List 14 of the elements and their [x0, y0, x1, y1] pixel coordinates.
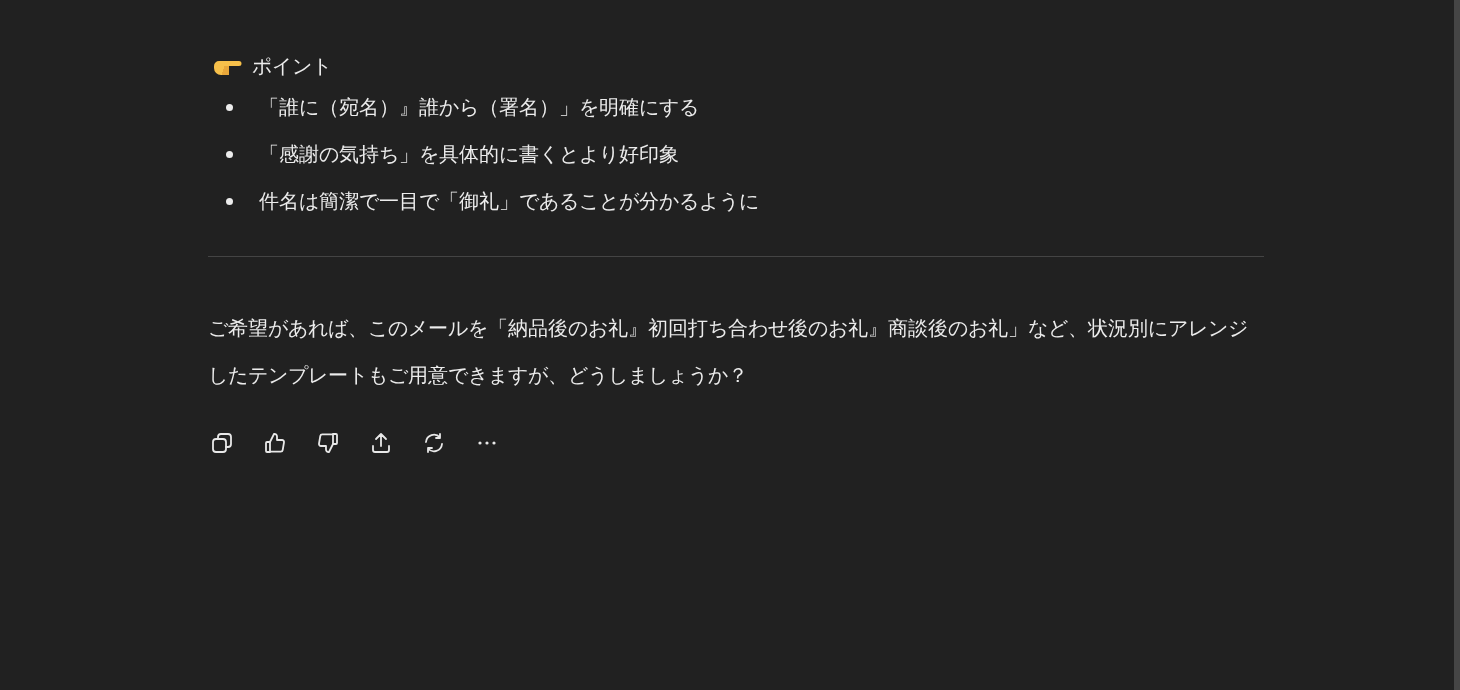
refresh-icon[interactable]	[422, 431, 446, 455]
thumbs-up-icon[interactable]	[263, 431, 287, 455]
scrollbar[interactable]	[1454, 0, 1460, 690]
point-text: 「誰に（宛名）』誰から（署名）」を明確にする	[259, 94, 699, 121]
bullet-icon	[226, 104, 233, 111]
share-icon[interactable]	[369, 431, 393, 455]
bullet-icon	[226, 198, 233, 205]
point-text: 「感謝の気持ち」を具体的に書くとより好印象	[259, 141, 679, 168]
thumbs-down-icon[interactable]	[316, 431, 340, 455]
bullet-icon	[226, 151, 233, 158]
section-heading: ポイント	[252, 53, 332, 80]
point-text: 件名は簡潔で一目で「御礼」であることが分かるように	[259, 188, 759, 215]
copy-icon[interactable]	[210, 431, 234, 455]
follow-up-paragraph: ご希望があれば、このメールを「納品後のお礼』初回打ち合わせ後のお礼』商談後のお礼」など、状況別にアレンジしたテンプレートもご用意できますが、どうしましょうか？	[208, 315, 1249, 389]
